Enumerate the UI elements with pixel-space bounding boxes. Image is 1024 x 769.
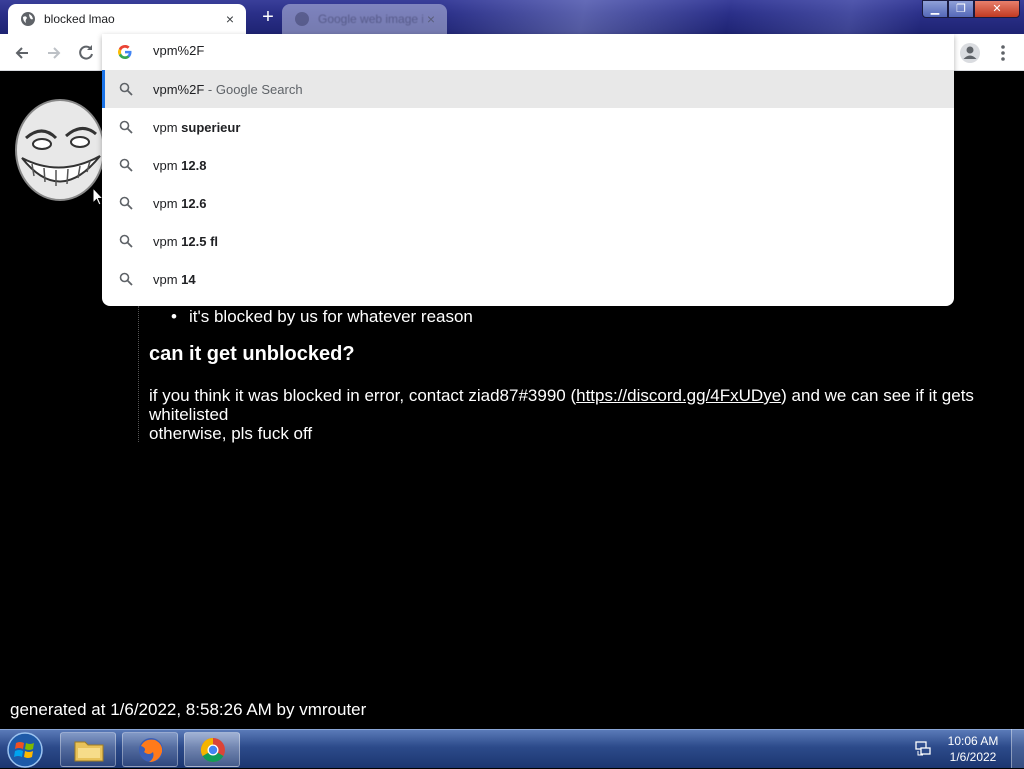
maximize-button[interactable]: ❐ xyxy=(948,0,974,18)
tab-title: blocked lmao xyxy=(44,12,115,26)
search-icon xyxy=(119,234,133,248)
suggestion-text: vpm 14 xyxy=(153,272,196,287)
unblock-paragraph: if you think it was blocked in error, co… xyxy=(149,386,1019,443)
browser-title-bar: blocked lmao × + Google web image illnes… xyxy=(0,0,1024,34)
suggestion-item[interactable]: vpm 12.8 xyxy=(102,146,954,184)
back-arrow-icon[interactable] xyxy=(9,40,35,66)
search-icon xyxy=(119,158,133,172)
new-tab-button[interactable]: + xyxy=(256,6,280,30)
search-icon xyxy=(119,120,133,134)
troll-face-image xyxy=(15,99,104,201)
reload-icon[interactable] xyxy=(73,40,99,66)
suggestion-completion: 12.5 fl xyxy=(181,233,219,249)
list-bullet: • xyxy=(171,307,177,326)
suggestion-query: vpm xyxy=(153,233,182,249)
folder-icon xyxy=(74,741,104,762)
suggestion-item[interactable]: vpm%2F - Google Search xyxy=(102,70,954,108)
forward-arrow-icon[interactable] xyxy=(41,40,67,66)
tab-favicon-icon xyxy=(295,12,309,26)
unblock-heading: can it get unblocked? xyxy=(149,343,355,365)
reason-list-item: it's blocked by us for whatever reason xyxy=(189,307,473,326)
window-controls: ▁ ❐ ✕ xyxy=(922,0,1020,18)
suggestion-query: vpm xyxy=(153,271,182,287)
search-icon xyxy=(119,272,133,286)
suggestion-text: vpm 12.6 xyxy=(153,196,206,211)
minimize-button[interactable]: ▁ xyxy=(922,0,948,18)
omnibox-dropdown: vpm%2F - Google Searchvpm superieurvpm 1… xyxy=(102,34,954,306)
suggestion-query: vpm%2F xyxy=(153,81,205,97)
globe-icon xyxy=(21,12,35,26)
close-window-button[interactable]: ✕ xyxy=(974,0,1020,18)
tab-close-icon[interactable]: × xyxy=(222,11,238,27)
content-divider xyxy=(138,306,139,442)
tab-title: Google web image illness xyxy=(318,12,423,26)
generated-footer: generated at 1/6/2022, 8:58:26 AM by vmr… xyxy=(10,700,367,719)
search-icon xyxy=(119,82,133,96)
profile-icon[interactable] xyxy=(957,40,983,66)
suggestion-text: vpm 12.5 fl xyxy=(153,234,218,249)
search-icon xyxy=(119,196,133,210)
suggestion-suffix: - Google Search xyxy=(204,81,303,97)
discord-link[interactable]: https://discord.gg/4FxUDye xyxy=(576,386,781,405)
firefox-icon xyxy=(139,738,163,762)
taskbar-explorer-button[interactable] xyxy=(60,732,116,767)
suggestion-completion: 12.8 xyxy=(181,157,207,173)
suggestion-item[interactable]: vpm 14 xyxy=(102,260,954,298)
windows-start-icon[interactable] xyxy=(4,731,46,769)
suggestion-text: vpm superieur xyxy=(153,120,240,135)
suggestion-item[interactable]: vpm 12.5 fl xyxy=(102,222,954,260)
suggestion-text: vpm%2F - Google Search xyxy=(153,82,303,97)
suggestion-completion: 14 xyxy=(181,271,196,287)
suggestion-query: vpm xyxy=(153,195,182,211)
suggestion-text: vpm 12.8 xyxy=(153,158,206,173)
taskbar-clock[interactable]: 10:06 AM 1/6/2022 xyxy=(940,733,1006,765)
omnibox-input[interactable] xyxy=(153,43,853,58)
suggestion-query: vpm xyxy=(153,157,182,173)
tab-close-icon[interactable]: × xyxy=(423,11,439,27)
clock-date: 1/6/2022 xyxy=(949,750,997,764)
suggestion-item[interactable]: vpm 12.6 xyxy=(102,184,954,222)
suggestion-query: vpm xyxy=(153,119,182,135)
suggestion-completion: superieur xyxy=(181,119,241,135)
taskbar-firefox-button[interactable] xyxy=(122,732,178,767)
more-menu-icon[interactable] xyxy=(990,40,1016,66)
taskbar-chrome-button[interactable] xyxy=(184,732,240,767)
tab-inactive[interactable]: Google web image illness × xyxy=(282,4,447,34)
suggestion-completion: 12.6 xyxy=(181,195,207,211)
clock-time: 10:06 AM xyxy=(947,734,999,748)
google-g-icon xyxy=(118,45,132,59)
suggestion-item[interactable]: vpm superieur xyxy=(102,108,954,146)
omnibox-input-row xyxy=(102,34,954,70)
windows-taskbar xyxy=(0,729,1024,768)
tab-active[interactable]: blocked lmao × xyxy=(8,4,246,34)
otherwise-text: otherwise, pls fuck off xyxy=(149,424,313,443)
show-desktop-button[interactable] xyxy=(1011,729,1024,768)
contact-text: if you think it was blocked in error, co… xyxy=(149,386,577,405)
chrome-icon xyxy=(200,738,225,763)
network-icon[interactable] xyxy=(914,739,932,757)
